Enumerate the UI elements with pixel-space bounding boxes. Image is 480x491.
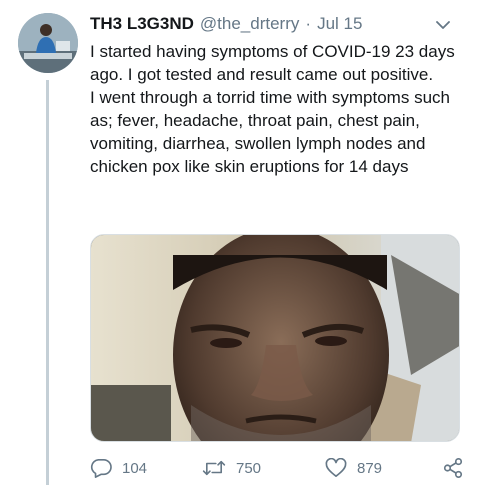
avatar[interactable] (18, 13, 78, 73)
retweet-button[interactable]: 750 (202, 456, 261, 480)
tweet-actions: 104 750 879 (90, 456, 470, 480)
reply-button[interactable]: 104 (90, 456, 147, 480)
tweet-date[interactable]: Jul 15 (317, 14, 362, 34)
share-icon (442, 457, 464, 479)
media-photo (91, 235, 459, 441)
display-name[interactable]: TH3 L3G3ND (90, 14, 194, 34)
share-button[interactable] (442, 456, 464, 480)
separator-dot: · (305, 14, 312, 33)
avatar-image (18, 13, 78, 73)
like-button[interactable]: 879 (325, 456, 382, 480)
reply-icon (90, 458, 112, 478)
tweet-text: I started having symptoms of COVID-19 23… (90, 42, 455, 176)
chevron-down-icon[interactable] (432, 14, 454, 36)
like-count: 879 (357, 459, 383, 477)
thread-line (46, 80, 49, 485)
retweet-icon (202, 459, 226, 477)
retweet-count: 750 (236, 459, 262, 477)
user-handle[interactable]: @the_drterry (200, 14, 299, 34)
tweet: TH3 L3G3ND @the_drterry · Jul 15 I start… (0, 0, 480, 491)
tweet-media[interactable] (90, 234, 460, 442)
heart-icon (325, 458, 347, 478)
tweet-header: TH3 L3G3ND @the_drterry · Jul 15 (90, 12, 466, 36)
reply-count: 104 (122, 459, 148, 477)
